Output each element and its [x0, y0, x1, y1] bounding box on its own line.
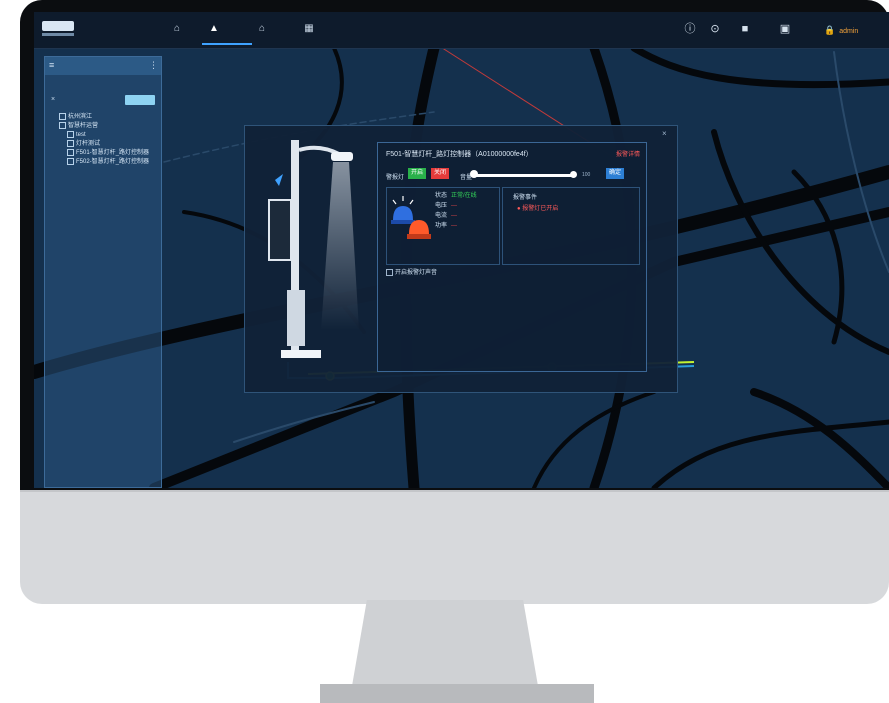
confirm-button[interactable]: 确定: [606, 168, 624, 179]
events-title: 报警事件: [513, 195, 538, 201]
screen: ⌂ ▲ ⌂ ▦ ⓘ ⊙ ■ ▣ 🔒 admin ≡ ⋮ × 杭州滨江 智慧杆运营 …: [34, 12, 889, 488]
close-icon[interactable]: ×: [662, 129, 671, 138]
device-icon: [67, 131, 74, 138]
tree-item-label: 灯杆测试: [76, 141, 101, 148]
tree-item[interactable]: F501-智慧灯杆_路灯控制器: [59, 149, 159, 158]
collapse-icon[interactable]: ⋮: [149, 60, 159, 70]
app-logo: [42, 21, 74, 38]
folder-icon: [59, 122, 66, 129]
on-button[interactable]: 开启: [408, 168, 426, 179]
voltage-row: 电压 ---: [435, 202, 457, 210]
voltage-label: 电压: [435, 203, 448, 209]
tree-item[interactable]: test: [59, 131, 159, 140]
building-icon[interactable]: ⌂: [257, 24, 267, 34]
volume-slider-end: [570, 171, 577, 178]
off-button[interactable]: 关闭: [431, 168, 449, 179]
layers-icon[interactable]: ▲: [209, 24, 219, 34]
tree-item-label: 智慧杆运营: [68, 123, 99, 130]
tree-item-label: test: [76, 132, 86, 139]
active-tab-indicator: [202, 43, 252, 45]
device-icon: [67, 149, 74, 156]
monitor-icon[interactable]: ▣: [779, 23, 791, 35]
panel-header: ≡ ⋮: [45, 57, 161, 75]
alarm-events-box: 报警事件 ● 报警灯已开启: [502, 187, 640, 265]
device-title: F501-智慧灯杆_路灯控制器（A01000000fe4f）: [386, 151, 533, 158]
folder-icon: [59, 113, 66, 120]
user-menu[interactable]: 🔒 admin: [824, 24, 858, 36]
volume-max: 100: [582, 172, 591, 178]
monitor-stand-base: [320, 684, 594, 703]
device-icon: [67, 140, 74, 147]
monitor-stand-neck: [352, 600, 538, 686]
grid-icon[interactable]: ▦: [304, 24, 314, 34]
checkbox-icon: [386, 268, 393, 276]
power-value: ---: [451, 223, 458, 229]
tree-item-label: F501-智慧灯杆_路灯控制器: [76, 150, 150, 157]
event-item: ● 报警灯已开启: [517, 206, 559, 212]
lock-icon: 🔒: [824, 25, 836, 35]
alarm-light-icon: [391, 196, 431, 239]
device-icon: [67, 158, 74, 165]
list-icon[interactable]: ≡: [49, 60, 59, 70]
status-box: 状态 正常/在线 电压 --- 电流 --- 功率 ---: [386, 187, 500, 265]
search-button[interactable]: [125, 95, 155, 105]
device-detail-panel: F501-智慧灯杆_路灯控制器（A01000000fe4f） 报警详情 警报灯 …: [377, 142, 647, 372]
power-row: 功率 ---: [435, 222, 457, 230]
voltage-value: ---: [451, 203, 458, 209]
device-popup: × F501-智慧灯杆_路灯控制器（A01000000fe4f） 报警详情 警报…: [244, 125, 678, 393]
home-icon[interactable]: ⌂: [172, 24, 182, 34]
location-pin-icon[interactable]: ⊙: [709, 23, 721, 35]
tree-item[interactable]: F502-智慧灯杆_路灯控制器: [59, 158, 159, 167]
current-label: 电流: [435, 213, 448, 219]
status-value: 正常/在线: [451, 193, 477, 199]
tree-item-label: 杭州滨江: [68, 114, 93, 121]
top-bar: ⌂ ▲ ⌂ ▦ ⓘ ⊙ ■ ▣ 🔒 admin: [34, 12, 889, 49]
status-label: 状态: [435, 193, 448, 199]
info-icon[interactable]: ⓘ: [684, 23, 696, 35]
power-label: 功率: [435, 223, 448, 229]
device-tree: 杭州滨江 智慧杆运营 test 灯杆测试 F501-智慧灯杆_路灯控制器 F50…: [59, 113, 159, 167]
alarm-detail-link[interactable]: 报警详情: [616, 149, 640, 158]
tree-item[interactable]: 灯杆测试: [59, 140, 159, 149]
user-name: admin: [839, 28, 859, 35]
tree-item[interactable]: 杭州滨江: [59, 113, 159, 122]
alarm-light-label: 警报灯: [386, 175, 405, 181]
device-tree-panel: ≡ ⋮ × 杭州滨江 智慧杆运营 test 灯杆测试 F501-智慧灯杆_路灯控…: [44, 56, 162, 488]
monitor-chin: [20, 490, 889, 604]
volume-slider[interactable]: [474, 174, 574, 177]
sound-checkbox[interactable]: 开启报警灯声音: [386, 267, 437, 276]
volume-slider-handle[interactable]: [470, 170, 478, 178]
status-row: 状态 正常/在线: [435, 192, 477, 200]
tree-item[interactable]: 智慧杆运营: [59, 122, 159, 131]
checkbox-label: 开启报警灯声音: [395, 270, 438, 276]
current-value: ---: [451, 213, 458, 219]
briefcase-icon[interactable]: ■: [739, 23, 751, 35]
smart-pole-illustration: [268, 140, 359, 358]
search-clear-icon[interactable]: ×: [51, 95, 61, 105]
tree-item-label: F502-智慧灯杆_路灯控制器: [76, 159, 150, 166]
current-row: 电流 ---: [435, 212, 457, 220]
